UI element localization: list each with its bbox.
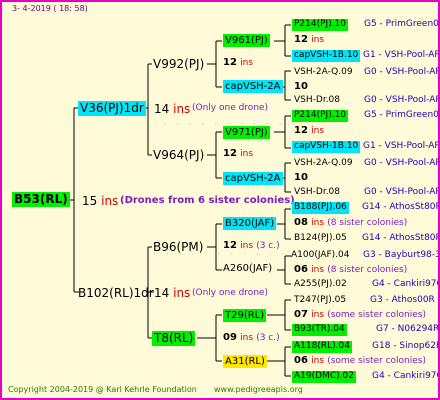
gen3-ins: 12 ins [223, 57, 254, 68]
gen1-dam-ins: 14 ins [154, 286, 191, 300]
gen4-ins: 10 [294, 81, 308, 92]
gen4-node[interactable]: capVSH-1B.10 [292, 50, 361, 62]
gen4-line: G1 - VSH-Pool-AR [363, 141, 440, 151]
pedigree-frame: · · · · · · · · · · · · · · · · · · · · … [0, 0, 440, 400]
gen4-line: G0 - VSH-Pool-AR [364, 95, 440, 105]
gen3-node[interactable]: capVSH-2A [223, 80, 283, 93]
gen4-node[interactable]: capVSH-1B.10 [292, 141, 361, 153]
footer-url[interactable]: www.pedigreeapis.org [214, 386, 303, 394]
gen2-node[interactable]: T8(RL) [152, 331, 196, 347]
gen3-ins: 12 ins [223, 148, 254, 159]
gen3-node[interactable]: capVSH-2A [223, 172, 283, 185]
gen1-dam[interactable]: B102(RL)1dr [78, 287, 154, 299]
gen4-node[interactable]: VSH-2A-Q.09 [294, 68, 353, 77]
gen3-node[interactable]: V971(PJ) [223, 126, 270, 139]
gen4-node[interactable]: VSH-Dr.08 [294, 188, 340, 197]
root-queen[interactable]: B53(RL) [12, 192, 70, 208]
gen4-node[interactable]: A255(PJ).02 [294, 280, 347, 289]
gen3-node[interactable]: T29(RL) [223, 309, 267, 322]
gen4-line: G5 - PrimGreen00 [364, 19, 440, 29]
gen4-node[interactable]: P214(PJ).10 [292, 19, 349, 31]
gen4-line: G18 - Sinop62R [372, 341, 440, 351]
gen4-line: G7 - N06294R [376, 324, 440, 334]
gen1-sire-note: (Only one drone) [192, 103, 269, 113]
gen4-ins: 10 [294, 172, 308, 183]
gen4-line: G0 - VSH-Pool-AR [364, 187, 440, 197]
gen4-node[interactable]: B124(PJ).05 [294, 234, 347, 243]
gen3-node[interactable]: V961(PJ) [223, 34, 270, 47]
footer-copyright: Copyright 2004-2019 @ Karl Kehrle Founda… [8, 385, 197, 394]
gen4-line: G0 - VSH-Pool-AR [364, 158, 440, 168]
gen2-node[interactable]: V964(PJ) [153, 149, 204, 161]
root-drone-note: (Drones from 6 sister colonies) [120, 195, 295, 206]
gen3-ins: 09 ins (3 c.) [223, 332, 280, 343]
gen3-node[interactable]: B320(JAF) [223, 217, 277, 230]
gen4-line: G0 - VSH-Pool-AR [364, 67, 440, 77]
root-ins-count: 15 ins [82, 194, 119, 208]
gen4-node[interactable]: VSH-Dr.08 [294, 96, 340, 105]
gen4-line: G14 - AthosSt80R [362, 202, 440, 212]
gen4-line: G4 - Cankiri97Q [372, 371, 440, 381]
gen2-node[interactable]: V992(PJ) [153, 58, 204, 70]
gen4-ins: 12 ins [294, 34, 325, 45]
gen3-node[interactable]: A260(JAF) [223, 264, 272, 274]
gen4-line: G4 - Cankiri97Q [372, 279, 440, 289]
gen4-ins: 12 ins [294, 125, 325, 136]
gen4-node[interactable]: B188(PJ).06 [292, 202, 349, 214]
gen1-sire-ins: 14 ins [154, 102, 191, 116]
gen4-line: G3 - Athos00R [370, 295, 435, 305]
gen3-ins: 12 ins (3 c.) [223, 240, 280, 251]
gen4-ins: 06 ins (8 sister colonies) [294, 264, 408, 275]
gen4-ins: 08 ins (8 sister colonies) [294, 217, 408, 228]
gen4-line: G3 - Bayburt98-3 [363, 250, 440, 260]
gen4-line: G14 - AthosSt80R [362, 233, 440, 243]
gen4-node[interactable]: A19(DMC).02 [292, 371, 356, 383]
gen4-ins: 07 ins (some sister colonies) [294, 309, 426, 320]
gen2-node[interactable]: B96(PM) [153, 241, 203, 253]
gen4-node[interactable]: VSH-2A-Q.09 [294, 159, 353, 168]
gen4-node[interactable]: B93(TR).04 [292, 324, 347, 336]
gen4-ins: 06 ins (some sister colonies) [294, 355, 426, 366]
gen1-sire[interactable]: V36(PJ)1dr [78, 101, 146, 117]
gen4-line: G5 - PrimGreen00 [364, 110, 440, 120]
gen4-node[interactable]: P214(PJ).10 [292, 110, 349, 122]
gen4-node[interactable]: T247(PJ).05 [294, 296, 346, 305]
gen4-node[interactable]: A118(RL).04 [292, 341, 352, 353]
gen4-line: G1 - VSH-Pool-AR [363, 50, 440, 60]
gen1-dam-note: (Only one drone) [192, 288, 269, 298]
gen3-node[interactable]: A31(RL) [223, 355, 267, 368]
gen4-node[interactable]: A100(JAF).04 [291, 251, 350, 260]
